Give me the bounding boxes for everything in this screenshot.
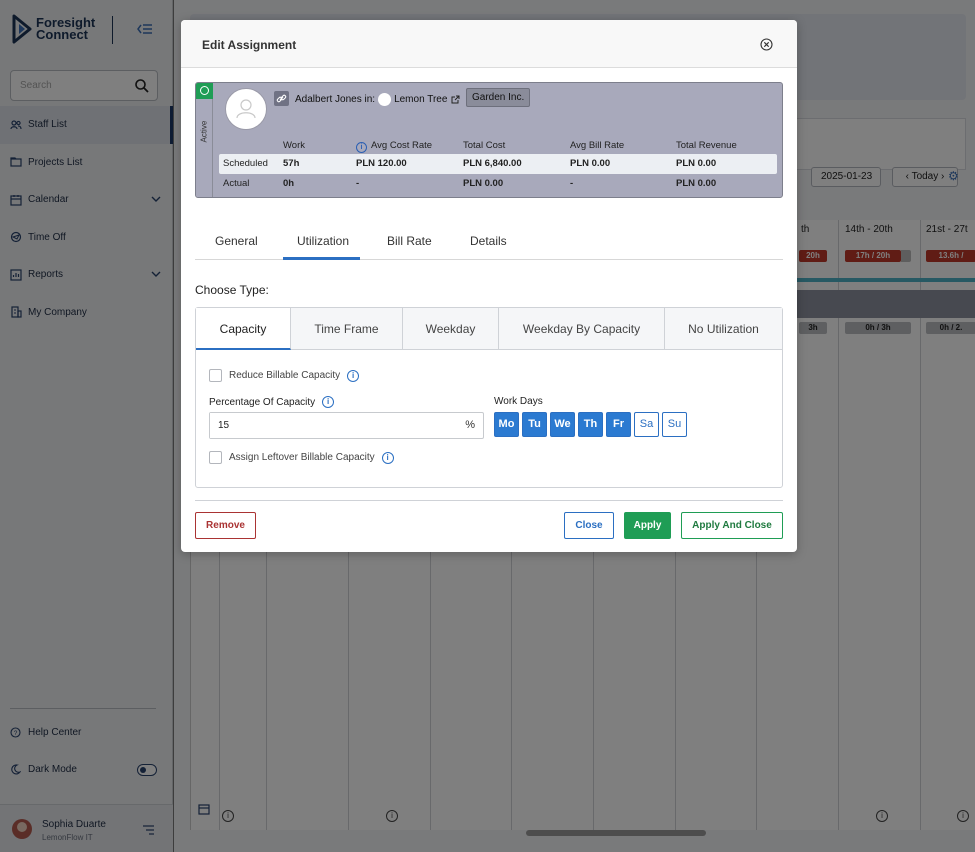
table-cell: - <box>570 178 574 189</box>
dialog-tabs: General Utilization Bill Rate Details <box>195 223 783 260</box>
table-row: Actual 0h - PLN 0.00 - PLN 0.00 <box>219 174 777 194</box>
table-header-row: Work i Avg Cost Rate Total Cost Avg Bill … <box>219 138 777 154</box>
work-days-selector: Mo Tu We Th Fr Sa Su <box>494 412 690 437</box>
table-cell: - <box>356 178 360 189</box>
assign-leftover-checkbox[interactable] <box>209 451 222 464</box>
assignment-stats-table: Work i Avg Cost Rate Total Cost Avg Bill … <box>219 138 777 194</box>
status-strip: Active <box>196 83 213 197</box>
assign-leftover-label: Assign Leftover Billable Capacity <box>229 452 375 463</box>
column-header: i Avg Cost Rate <box>356 140 432 153</box>
choose-type-label: Choose Type: <box>195 283 269 297</box>
column-header: Avg Bill Rate <box>570 140 625 151</box>
table-cell: 0h <box>283 178 295 189</box>
table-cell: PLN 0.00 <box>570 158 611 169</box>
utilization-type-tabs: Capacity Time Frame Weekday Weekday By C… <box>196 308 782 350</box>
status-label: Active <box>199 120 209 143</box>
tab-utilization[interactable]: Utilization <box>297 234 349 248</box>
tab-general[interactable]: General <box>215 234 258 248</box>
row-label: Scheduled <box>223 158 268 169</box>
assign-leftover-row: Assign Leftover Billable Capacity i <box>209 451 394 464</box>
work-day-th[interactable]: Th <box>578 412 603 437</box>
external-link-icon[interactable] <box>451 95 460 104</box>
work-day-fr[interactable]: Fr <box>606 412 631 437</box>
project-name[interactable]: Lemon Tree <box>394 94 447 105</box>
column-header: Total Revenue <box>676 140 737 151</box>
edit-assignment-dialog: Edit Assignment Active Adalbert Jones in… <box>181 20 797 552</box>
work-day-sa[interactable]: Sa <box>634 412 659 437</box>
type-tab-capacity[interactable]: Capacity <box>196 308 291 350</box>
table-cell: PLN 0.00 <box>676 158 717 169</box>
client-tag[interactable]: Garden Inc. <box>466 88 531 107</box>
type-tab-weekday-by-capacity[interactable]: Weekday By Capacity <box>499 308 665 350</box>
table-cell: PLN 6,840.00 <box>463 158 522 169</box>
reduce-billable-row: Reduce Billable Capacity i <box>209 369 360 382</box>
type-tab-time-frame[interactable]: Time Frame <box>291 308 403 350</box>
table-row: Scheduled 57h PLN 120.00 PLN 6,840.00 PL… <box>219 154 777 174</box>
close-icon[interactable] <box>760 38 773 51</box>
apply-and-close-button[interactable]: Apply And Close <box>681 512 783 539</box>
dialog-header: Edit Assignment <box>181 20 797 68</box>
column-header: Total Cost <box>463 140 506 151</box>
row-label: Actual <box>223 178 250 189</box>
status-icon <box>196 83 213 99</box>
table-cell: PLN 120.00 <box>356 158 407 169</box>
info-icon[interactable]: i <box>356 142 367 153</box>
column-header-label: Avg Cost Rate <box>371 140 433 151</box>
percent-suffix: % <box>465 419 475 431</box>
percentage-input[interactable] <box>210 413 450 438</box>
table-cell: PLN 0.00 <box>676 178 717 189</box>
link-icon[interactable] <box>274 91 289 106</box>
work-day-tu[interactable]: Tu <box>522 412 547 437</box>
person-icon <box>236 99 256 119</box>
assignment-card: Active Adalbert Jones in: Lemon Tree Gar… <box>195 82 783 198</box>
apply-button[interactable]: Apply <box>624 512 671 539</box>
table-cell: PLN 0.00 <box>463 178 504 189</box>
percentage-field: % <box>209 412 484 439</box>
tab-bill-rate[interactable]: Bill Rate <box>387 234 432 248</box>
footer-divider <box>195 500 783 501</box>
info-icon[interactable]: i <box>347 369 360 382</box>
tab-details[interactable]: Details <box>470 234 507 248</box>
remove-button[interactable]: Remove <box>195 512 256 539</box>
person-line: Adalbert Jones in: <box>295 94 376 105</box>
work-day-mo[interactable]: Mo <box>494 412 519 437</box>
column-header: Work <box>283 140 305 151</box>
utilization-type-panel: Capacity Time Frame Weekday Weekday By C… <box>195 307 783 488</box>
percentage-label-row: Percentage Of Capacity i <box>209 396 335 408</box>
info-icon[interactable]: i <box>322 396 335 408</box>
avatar <box>225 88 267 130</box>
percentage-label: Percentage Of Capacity <box>209 396 316 408</box>
close-button[interactable]: Close <box>564 512 614 539</box>
dialog-title: Edit Assignment <box>202 38 297 52</box>
info-icon[interactable]: i <box>381 451 394 464</box>
work-day-we[interactable]: We <box>550 412 575 437</box>
project-color-dot <box>378 93 392 106</box>
reduce-billable-checkbox[interactable] <box>209 369 222 382</box>
work-day-su[interactable]: Su <box>662 412 687 437</box>
type-tab-weekday[interactable]: Weekday <box>403 308 499 350</box>
assignment-summary: Adalbert Jones in: Lemon Tree <box>295 93 460 106</box>
active-tab-indicator <box>283 257 360 260</box>
type-tab-no-utilization[interactable]: No Utilization <box>665 308 782 350</box>
work-days-label: Work Days <box>494 396 543 407</box>
reduce-billable-label: Reduce Billable Capacity <box>229 370 341 381</box>
table-cell: 57h <box>283 158 300 169</box>
